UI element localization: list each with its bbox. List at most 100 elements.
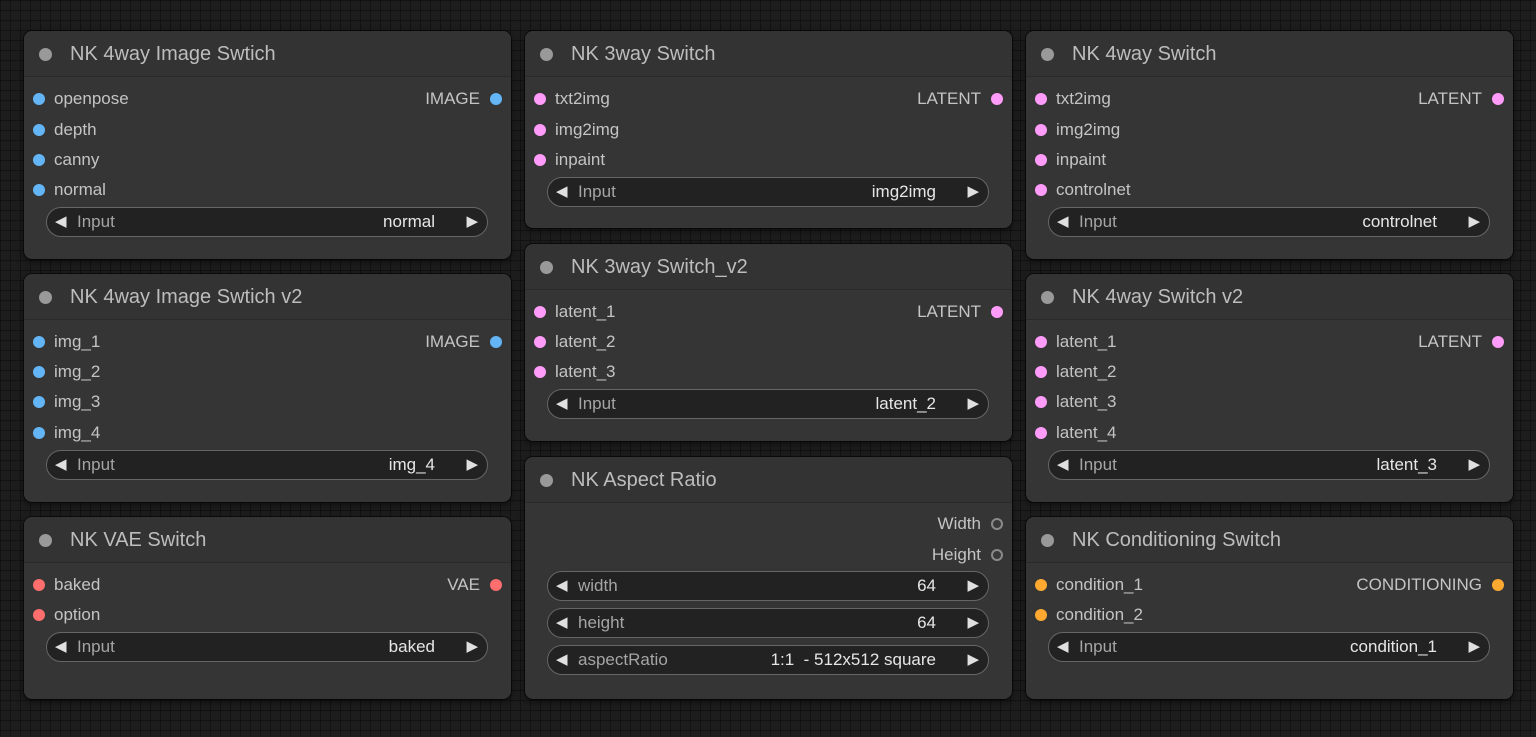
output-slot-latent[interactable] <box>1492 336 1504 348</box>
output-slot-image[interactable] <box>490 336 502 348</box>
decrement-arrow-icon[interactable]: ◀ <box>556 614 568 632</box>
input-combo-widget[interactable]: ◀ Input img2img ▶ <box>547 177 989 207</box>
widget-value: 1:1 - 512x512 square <box>770 650 936 669</box>
input-slot-img-4[interactable] <box>33 427 45 439</box>
decrement-arrow-icon[interactable]: ◀ <box>1057 638 1069 656</box>
input-slot-img-1[interactable] <box>33 336 45 348</box>
node-nk-aspect-ratio[interactable]: NK Aspect Ratio Width Height ◀ width 64 … <box>525 457 1012 699</box>
decrement-arrow-icon[interactable]: ◀ <box>556 183 568 201</box>
node-nk-4way-switch[interactable]: NK 4way Switch txt2img LATENT img2img in… <box>1026 31 1513 259</box>
node-title-bar[interactable]: NK 3way Switch_v2 <box>525 244 1012 290</box>
increment-arrow-icon[interactable]: ▶ <box>967 183 979 201</box>
increment-arrow-icon[interactable]: ▶ <box>967 395 979 413</box>
increment-arrow-icon[interactable]: ▶ <box>466 638 478 656</box>
decrement-arrow-icon[interactable]: ◀ <box>55 213 67 231</box>
input-combo-widget[interactable]: ◀ Input controlnet ▶ <box>1048 207 1490 237</box>
input-slot-condition-2[interactable] <box>1035 609 1047 621</box>
node-nk-3way-switch-v2[interactable]: NK 3way Switch_v2 latent_1 LATENT latent… <box>525 244 1012 441</box>
collapse-dot-icon[interactable] <box>1041 534 1054 547</box>
output-label: VAE <box>447 575 480 594</box>
input-slot-normal[interactable] <box>33 184 45 196</box>
input-slot-img-2[interactable] <box>33 366 45 378</box>
input-slot-txt2img[interactable] <box>1035 93 1047 105</box>
node-nk-4way-image-switch[interactable]: NK 4way Image Swtich openpose IMAGE dept… <box>24 31 511 259</box>
increment-arrow-icon[interactable]: ▶ <box>967 577 979 595</box>
input-combo-widget[interactable]: ◀ Input latent_3 ▶ <box>1048 450 1490 480</box>
input-slot-canny[interactable] <box>33 154 45 166</box>
output-slot-image[interactable] <box>490 93 502 105</box>
collapse-dot-icon[interactable] <box>540 261 553 274</box>
node-title: NK 3way Switch <box>571 43 716 65</box>
collapse-dot-icon[interactable] <box>39 534 52 547</box>
decrement-arrow-icon[interactable]: ◀ <box>55 638 67 656</box>
decrement-arrow-icon[interactable]: ◀ <box>556 577 568 595</box>
collapse-dot-icon[interactable] <box>540 48 553 61</box>
decrement-arrow-icon[interactable]: ◀ <box>556 651 568 669</box>
collapse-dot-icon[interactable] <box>39 291 52 304</box>
node-title-bar[interactable]: NK 4way Image Swtich <box>24 31 511 77</box>
width-number-widget[interactable]: ◀ width 64 ▶ <box>547 571 989 601</box>
decrement-arrow-icon[interactable]: ◀ <box>1057 456 1069 474</box>
node-title-bar[interactable]: NK Aspect Ratio <box>525 457 1012 503</box>
decrement-arrow-icon[interactable]: ◀ <box>556 395 568 413</box>
input-slot-latent-3[interactable] <box>1035 396 1047 408</box>
collapse-dot-icon[interactable] <box>1041 291 1054 304</box>
node-nk-3way-switch[interactable]: NK 3way Switch txt2img LATENT img2img in… <box>525 31 1012 228</box>
input-slot-option[interactable] <box>33 609 45 621</box>
input-slot-latent-2[interactable] <box>1035 366 1047 378</box>
input-combo-widget[interactable]: ◀ Input condition_1 ▶ <box>1048 632 1490 662</box>
increment-arrow-icon[interactable]: ▶ <box>466 213 478 231</box>
output-slot-latent[interactable] <box>991 306 1003 318</box>
output-slot-height[interactable] <box>991 549 1003 561</box>
output-slot-vae[interactable] <box>490 579 502 591</box>
increment-arrow-icon[interactable]: ▶ <box>466 456 478 474</box>
input-slot-txt2img[interactable] <box>534 93 546 105</box>
node-title-bar[interactable]: NK VAE Switch <box>24 517 511 563</box>
input-slot-baked[interactable] <box>33 579 45 591</box>
node-nk-vae-switch[interactable]: NK VAE Switch baked VAE option ◀ Input b… <box>24 517 511 699</box>
decrement-arrow-icon[interactable]: ◀ <box>55 456 67 474</box>
widget-value: img2img <box>871 182 936 201</box>
input-slot-img2img[interactable] <box>1035 124 1047 136</box>
increment-arrow-icon[interactable]: ▶ <box>967 614 979 632</box>
node-title-bar[interactable]: NK Conditioning Switch <box>1026 517 1513 563</box>
input-slot-latent-4[interactable] <box>1035 427 1047 439</box>
input-combo-widget[interactable]: ◀ Input baked ▶ <box>46 632 488 662</box>
increment-arrow-icon[interactable]: ▶ <box>1468 213 1480 231</box>
aspect-ratio-combo-widget[interactable]: ◀ aspectRatio 1:1 - 512x512 square ▶ <box>547 645 989 675</box>
input-slot-depth[interactable] <box>33 124 45 136</box>
output-slot-latent[interactable] <box>1492 93 1504 105</box>
input-combo-widget[interactable]: ◀ Input img_4 ▶ <box>46 450 488 480</box>
input-slot-inpaint[interactable] <box>1035 154 1047 166</box>
output-slot-conditioning[interactable] <box>1492 579 1504 591</box>
input-slot-latent-3[interactable] <box>534 366 546 378</box>
node-title-bar[interactable]: NK 4way Switch <box>1026 31 1513 77</box>
height-number-widget[interactable]: ◀ height 64 ▶ <box>547 608 989 638</box>
node-nk-conditioning-switch[interactable]: NK Conditioning Switch condition_1 CONDI… <box>1026 517 1513 699</box>
input-slot-latent-1[interactable] <box>1035 336 1047 348</box>
collapse-dot-icon[interactable] <box>1041 48 1054 61</box>
collapse-dot-icon[interactable] <box>540 474 553 487</box>
input-slot-img2img[interactable] <box>534 124 546 136</box>
input-slot-condition-1[interactable] <box>1035 579 1047 591</box>
node-nk-4way-image-switch-v2[interactable]: NK 4way Image Swtich v2 img_1 IMAGE img_… <box>24 274 511 502</box>
node-title-bar[interactable]: NK 4way Switch v2 <box>1026 274 1513 320</box>
input-slot-inpaint[interactable] <box>534 154 546 166</box>
output-slot-width[interactable] <box>991 518 1003 530</box>
output-slot-latent[interactable] <box>991 93 1003 105</box>
input-slot-controlnet[interactable] <box>1035 184 1047 196</box>
node-title-bar[interactable]: NK 3way Switch <box>525 31 1012 77</box>
input-slot-img-3[interactable] <box>33 396 45 408</box>
node-title-bar[interactable]: NK 4way Image Swtich v2 <box>24 274 511 320</box>
input-slot-openpose[interactable] <box>33 93 45 105</box>
collapse-dot-icon[interactable] <box>39 48 52 61</box>
increment-arrow-icon[interactable]: ▶ <box>1468 456 1480 474</box>
decrement-arrow-icon[interactable]: ◀ <box>1057 213 1069 231</box>
increment-arrow-icon[interactable]: ▶ <box>1468 638 1480 656</box>
input-combo-widget[interactable]: ◀ Input latent_2 ▶ <box>547 389 989 419</box>
input-slot-latent-1[interactable] <box>534 306 546 318</box>
input-slot-latent-2[interactable] <box>534 336 546 348</box>
node-nk-4way-switch-v2[interactable]: NK 4way Switch v2 latent_1 LATENT latent… <box>1026 274 1513 502</box>
increment-arrow-icon[interactable]: ▶ <box>967 651 979 669</box>
input-combo-widget[interactable]: ◀ Input normal ▶ <box>46 207 488 237</box>
